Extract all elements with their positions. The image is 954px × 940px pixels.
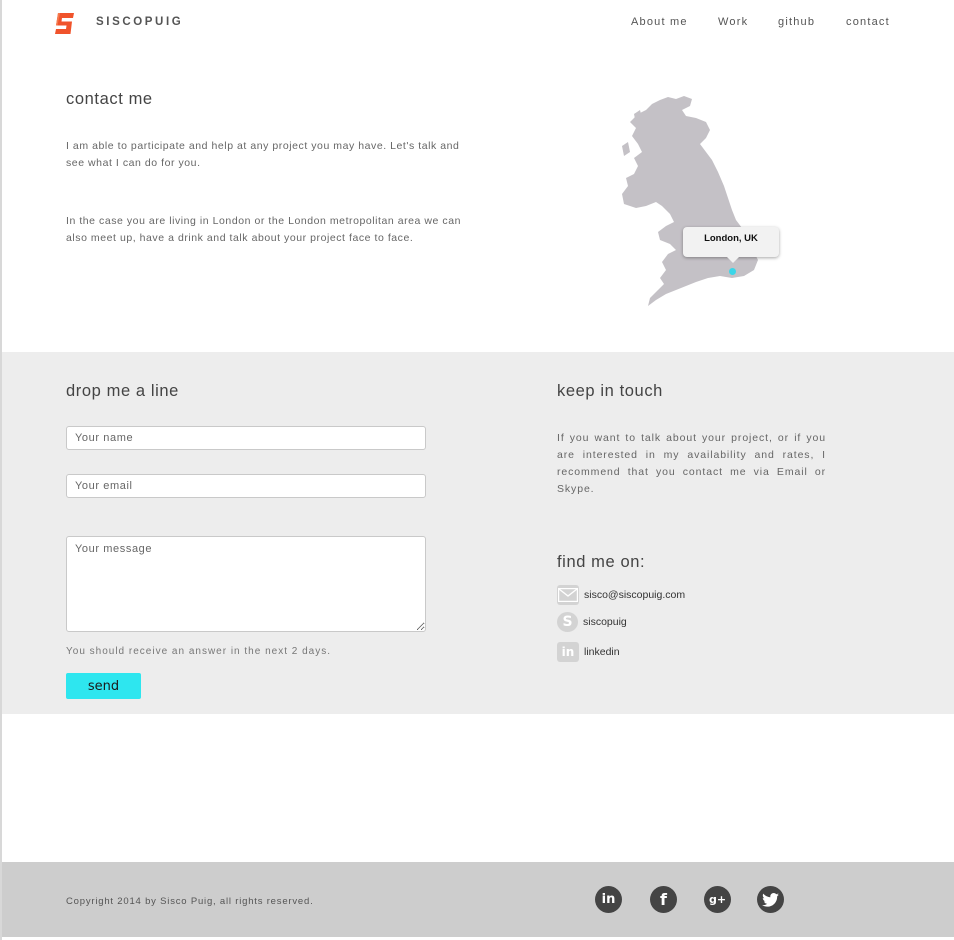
london-marker-dot bbox=[729, 268, 736, 275]
site-header: SISCOPUIG About me Work github contact bbox=[0, 0, 954, 44]
form-title: drop me a line bbox=[66, 382, 179, 400]
linkedin-link[interactable]: linkedin bbox=[584, 646, 620, 658]
envelope-icon bbox=[557, 585, 579, 605]
uk-map bbox=[622, 96, 758, 306]
footer-linkedin-icon[interactable]: in bbox=[595, 886, 622, 913]
send-button[interactable]: send bbox=[66, 673, 141, 699]
footer-google-plus-icon[interactable]: g+ bbox=[704, 886, 731, 913]
footer-facebook-icon[interactable]: f bbox=[650, 886, 677, 913]
skype-link[interactable]: siscopuig bbox=[583, 616, 627, 628]
skype-icon: S bbox=[557, 612, 578, 632]
email-input[interactable] bbox=[66, 474, 426, 498]
contact-title: contact me bbox=[66, 90, 153, 108]
nav-work[interactable]: Work bbox=[718, 16, 748, 28]
email-link[interactable]: sisco@siscopuig.com bbox=[584, 589, 685, 601]
keep-in-touch-title: keep in touch bbox=[557, 382, 663, 400]
linkedin-contact-row: in linkedin bbox=[557, 642, 620, 662]
nav-github[interactable]: github bbox=[778, 16, 815, 28]
contact-paragraph-2: In the case you are living in London or … bbox=[66, 215, 461, 244]
name-input[interactable] bbox=[66, 426, 426, 450]
nav-contact[interactable]: contact bbox=[846, 16, 890, 28]
response-time-note: You should receive an answer in the next… bbox=[66, 646, 331, 657]
brand-name[interactable]: SISCOPUIG bbox=[96, 16, 183, 28]
email-contact-row: sisco@siscopuig.com bbox=[557, 585, 685, 605]
linkedin-icon: in bbox=[557, 642, 579, 662]
message-textarea[interactable] bbox=[66, 536, 426, 632]
siscopuig-logo-icon[interactable] bbox=[54, 12, 75, 35]
skype-contact-row: S siscopuig bbox=[557, 612, 627, 632]
contact-form-section bbox=[2, 352, 954, 714]
nav-about-me[interactable]: About me bbox=[631, 16, 688, 28]
copyright-text: Copyright 2014 by Sisco Puig, all rights… bbox=[66, 896, 314, 907]
find-me-title: find me on: bbox=[557, 553, 646, 571]
footer-twitter-icon[interactable] bbox=[757, 886, 784, 913]
map-location-label: London, UK bbox=[683, 227, 779, 263]
keep-in-touch-text: If you want to talk about your project, … bbox=[557, 432, 826, 495]
contact-paragraph-1: I am able to participate and help at any… bbox=[66, 140, 460, 169]
